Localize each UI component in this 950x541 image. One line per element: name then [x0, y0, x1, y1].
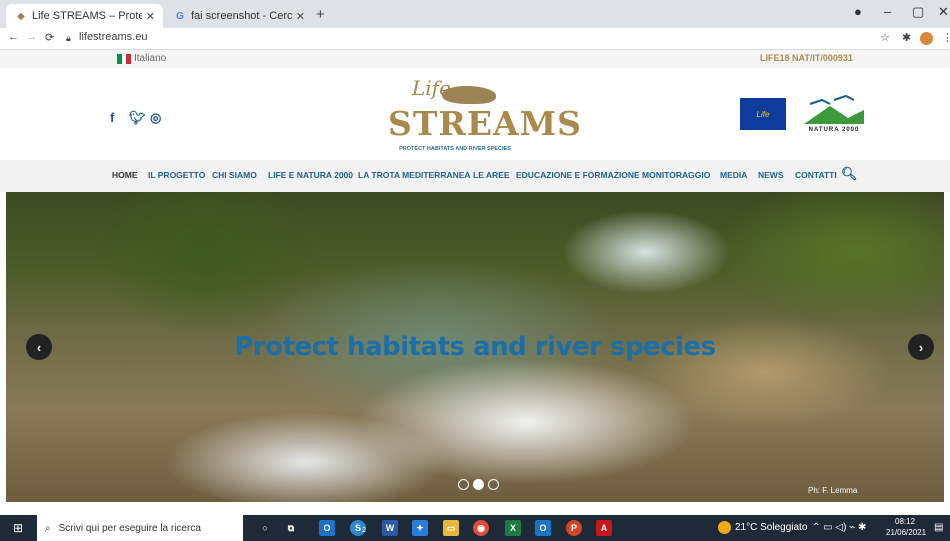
- search-icon[interactable]: 🔍︎: [841, 166, 858, 182]
- minimize-icon[interactable]: –: [884, 4, 891, 19]
- twitter-icon[interactable]: 🐦︎: [129, 110, 146, 126]
- nav-educazione-formazione[interactable]: EDUCAZIONE E FORMAZIONE: [516, 170, 640, 180]
- main-nav: HOME IL PROGETTO CHI SIAMO LIFE E NATURA…: [0, 160, 950, 192]
- natura-2000-text: NATURA 2000: [808, 127, 860, 133]
- cortana-icon[interactable]: ○: [257, 520, 273, 536]
- slide-indicators: [458, 479, 499, 490]
- prev-slide-button[interactable]: ‹: [26, 334, 52, 360]
- weather-icon: [718, 521, 731, 534]
- address-bar: ← → ⟳ 🔒︎ lifestreams.eu ☆ ✱ ⋮: [0, 28, 950, 50]
- search-placeholder: Scrivi qui per eseguire la ricerca: [58, 522, 201, 534]
- extension-icon[interactable]: ✱: [902, 31, 911, 44]
- nav-news[interactable]: NEWS: [758, 170, 784, 180]
- tab-title: Life STREAMS – Protect habitats: [32, 10, 142, 22]
- profile-icon[interactable]: ●: [854, 4, 862, 19]
- notifications-icon[interactable]: ▤: [934, 522, 943, 533]
- nav-il-progetto[interactable]: IL PROGETTO: [148, 170, 205, 180]
- outlook-icon[interactable]: O: [319, 520, 335, 536]
- language-selector[interactable]: Italiano: [134, 53, 166, 64]
- windows-start-icon[interactable]: ⊞: [13, 521, 23, 535]
- eu-life-text: Life: [756, 109, 770, 119]
- windows-taskbar: ⊞ ⌕ Scrivi qui per eseguire la ricerca ○…: [0, 515, 950, 541]
- hero-slider: Protect habitats and river species ‹ › P…: [6, 192, 944, 502]
- browser-tab-bar: ◆ Life STREAMS – Protect habitats ✕ G fa…: [0, 0, 950, 28]
- close-tab-icon[interactable]: ✕: [296, 10, 305, 23]
- file-explorer-icon[interactable]: ▭: [443, 520, 459, 536]
- reload-icon[interactable]: ⟳: [45, 31, 54, 44]
- site-logo[interactable]: Life STREAMS PROTECT HABITATS AND RIVER …: [388, 76, 582, 158]
- clock-time[interactable]: 08:12: [895, 517, 915, 526]
- instagram-icon[interactable]: ◎: [150, 110, 161, 126]
- nav-trota-mediterranea[interactable]: LA TROTA MEDITERRANEA: [358, 170, 471, 180]
- clock-date[interactable]: 21/06/2021: [886, 528, 926, 537]
- nav-media[interactable]: MEDIA: [720, 170, 747, 180]
- menu-icon[interactable]: ⋮: [942, 31, 950, 44]
- nav-life-natura-2000[interactable]: LIFE E NATURA 2000: [268, 170, 353, 180]
- nav-home[interactable]: HOME: [112, 170, 138, 180]
- taskbar-search-input[interactable]: ⌕ Scrivi qui per eseguire la ricerca: [37, 515, 243, 541]
- site-top-bar: Italiano LIFE18 NAT/IT/000931: [0, 50, 950, 68]
- dropbox-icon[interactable]: ✦: [412, 520, 428, 536]
- browser-tab-active[interactable]: ◆ Life STREAMS – Protect habitats ✕: [6, 4, 163, 28]
- task-view-icon[interactable]: ⧉: [283, 520, 299, 536]
- forward-icon[interactable]: →: [26, 31, 37, 43]
- nav-le-aree[interactable]: LE AREE: [473, 170, 510, 180]
- facebook-icon[interactable]: f: [110, 110, 114, 125]
- project-code: LIFE18 NAT/IT/000931: [760, 53, 853, 63]
- google-g-icon: G: [176, 10, 184, 22]
- logo-tagline: PROTECT HABITATS AND RIVER SPECIES: [399, 146, 511, 152]
- slide-dot-2[interactable]: [473, 479, 484, 490]
- natura-2000-birds-icon: [804, 94, 864, 124]
- chrome-icon[interactable]: ◉: [473, 520, 489, 536]
- nav-chi-siamo[interactable]: CHI SIAMO: [212, 170, 257, 180]
- outlook-2-icon[interactable]: O: [535, 520, 551, 536]
- back-icon[interactable]: ←: [8, 31, 19, 43]
- next-slide-button[interactable]: ›: [908, 334, 934, 360]
- acrobat-icon[interactable]: A: [596, 520, 612, 536]
- tray-icons[interactable]: ⌃ ▭ ◁) ⌁ ✱: [812, 522, 866, 533]
- close-window-icon[interactable]: ✕: [938, 4, 949, 20]
- trout-icon: [442, 86, 496, 104]
- nav-monitoraggio[interactable]: MONITORAGGIO: [642, 170, 710, 180]
- skype-badge: 2: [362, 527, 366, 534]
- tab-title: fai screenshot - Cerca con Googl: [191, 10, 292, 22]
- close-tab-icon[interactable]: ✕: [146, 10, 155, 23]
- slide-dot-3[interactable]: [488, 479, 499, 490]
- avatar[interactable]: [920, 32, 933, 45]
- logo-streams-text: STREAMS: [388, 104, 582, 143]
- natura-2000-logo: NATURA 2000: [800, 92, 868, 136]
- photo-credit: Ph: F. Lemma: [808, 486, 858, 495]
- eu-life-logo: Life: [740, 98, 786, 130]
- powerpoint-icon[interactable]: P: [566, 520, 582, 536]
- weather-text[interactable]: 21°C Soleggiato: [735, 522, 807, 533]
- fish-favicon-icon: ◆: [17, 10, 25, 22]
- nav-contatti[interactable]: CONTATTI: [795, 170, 837, 180]
- hero-title: Protect habitats and river species: [234, 332, 716, 362]
- slide-dot-1[interactable]: [458, 479, 469, 490]
- excel-icon[interactable]: X: [505, 520, 521, 536]
- search-icon: ⌕: [45, 522, 51, 534]
- word-icon[interactable]: W: [382, 520, 398, 536]
- italy-flag-icon: [117, 54, 132, 64]
- site-header: f 🐦︎ ◎ Life STREAMS PROTECT HABITATS AND…: [0, 68, 950, 160]
- maximize-icon[interactable]: ▢: [912, 4, 924, 20]
- new-tab-button[interactable]: +: [316, 6, 325, 23]
- lock-icon: 🔒︎: [66, 33, 71, 43]
- browser-tab-inactive[interactable]: G fai screenshot - Cerca con Googl ✕: [165, 4, 313, 28]
- star-icon[interactable]: ☆: [880, 31, 890, 44]
- url-field[interactable]: lifestreams.eu: [79, 31, 147, 43]
